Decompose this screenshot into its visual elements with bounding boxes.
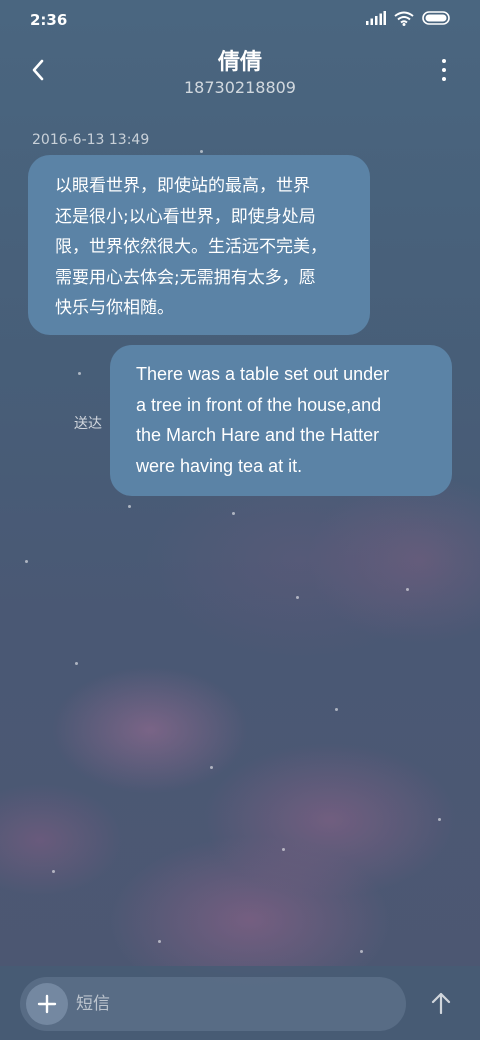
add-attachment-button[interactable] <box>26 983 68 1025</box>
message-line: were having tea at it. <box>136 455 303 476</box>
message-line: the March Hare and the Hatter <box>136 425 380 445</box>
more-options-button[interactable] <box>434 56 454 84</box>
sms-input[interactable] <box>76 977 386 1031</box>
message-line: a tree in front of the house,and <box>136 394 382 415</box>
send-button[interactable] <box>426 988 456 1018</box>
delivery-status: 送达 <box>74 416 102 432</box>
message-composer <box>0 966 480 1040</box>
message-line: 需要用心去体会;无需拥有太多，愿 <box>55 267 316 288</box>
message-line: 限，世界依然很大。生活远不完美， <box>55 237 327 257</box>
contact-title: 倩倩 18730218809 <box>0 44 480 97</box>
composer-pill <box>20 977 406 1031</box>
message-line: 快乐与你相随。 <box>55 298 174 318</box>
status-bar: 2:36 <box>0 0 480 40</box>
message-timestamp: 2016-6-13 13:49 <box>32 132 150 148</box>
wifi-icon <box>394 11 414 30</box>
battery-icon <box>422 11 452 29</box>
message-line: 还是很小;以心看世界，即使身处局 <box>55 206 316 227</box>
outgoing-message-bubble[interactable]: There was a table set out under a tree i… <box>110 345 452 496</box>
message-line: 以眼看世界，即使站的最高，世界 <box>55 176 310 196</box>
signal-icon <box>366 11 386 29</box>
contact-name: 倩倩 <box>217 50 262 75</box>
message-line: There was a table set out under <box>136 364 390 384</box>
contact-number: 18730218809 <box>184 78 296 97</box>
arrow-up-icon <box>431 992 451 1014</box>
conversation-header: 倩倩 18730218809 <box>0 40 480 106</box>
more-vertical-icon <box>442 59 446 63</box>
incoming-message-bubble[interactable]: 以眼看世界，即使站的最高，世界 还是很小;以心看世界，即使身处局 限，世界依然很… <box>28 155 370 335</box>
plus-icon <box>37 994 57 1014</box>
status-time: 2:36 <box>30 11 68 29</box>
